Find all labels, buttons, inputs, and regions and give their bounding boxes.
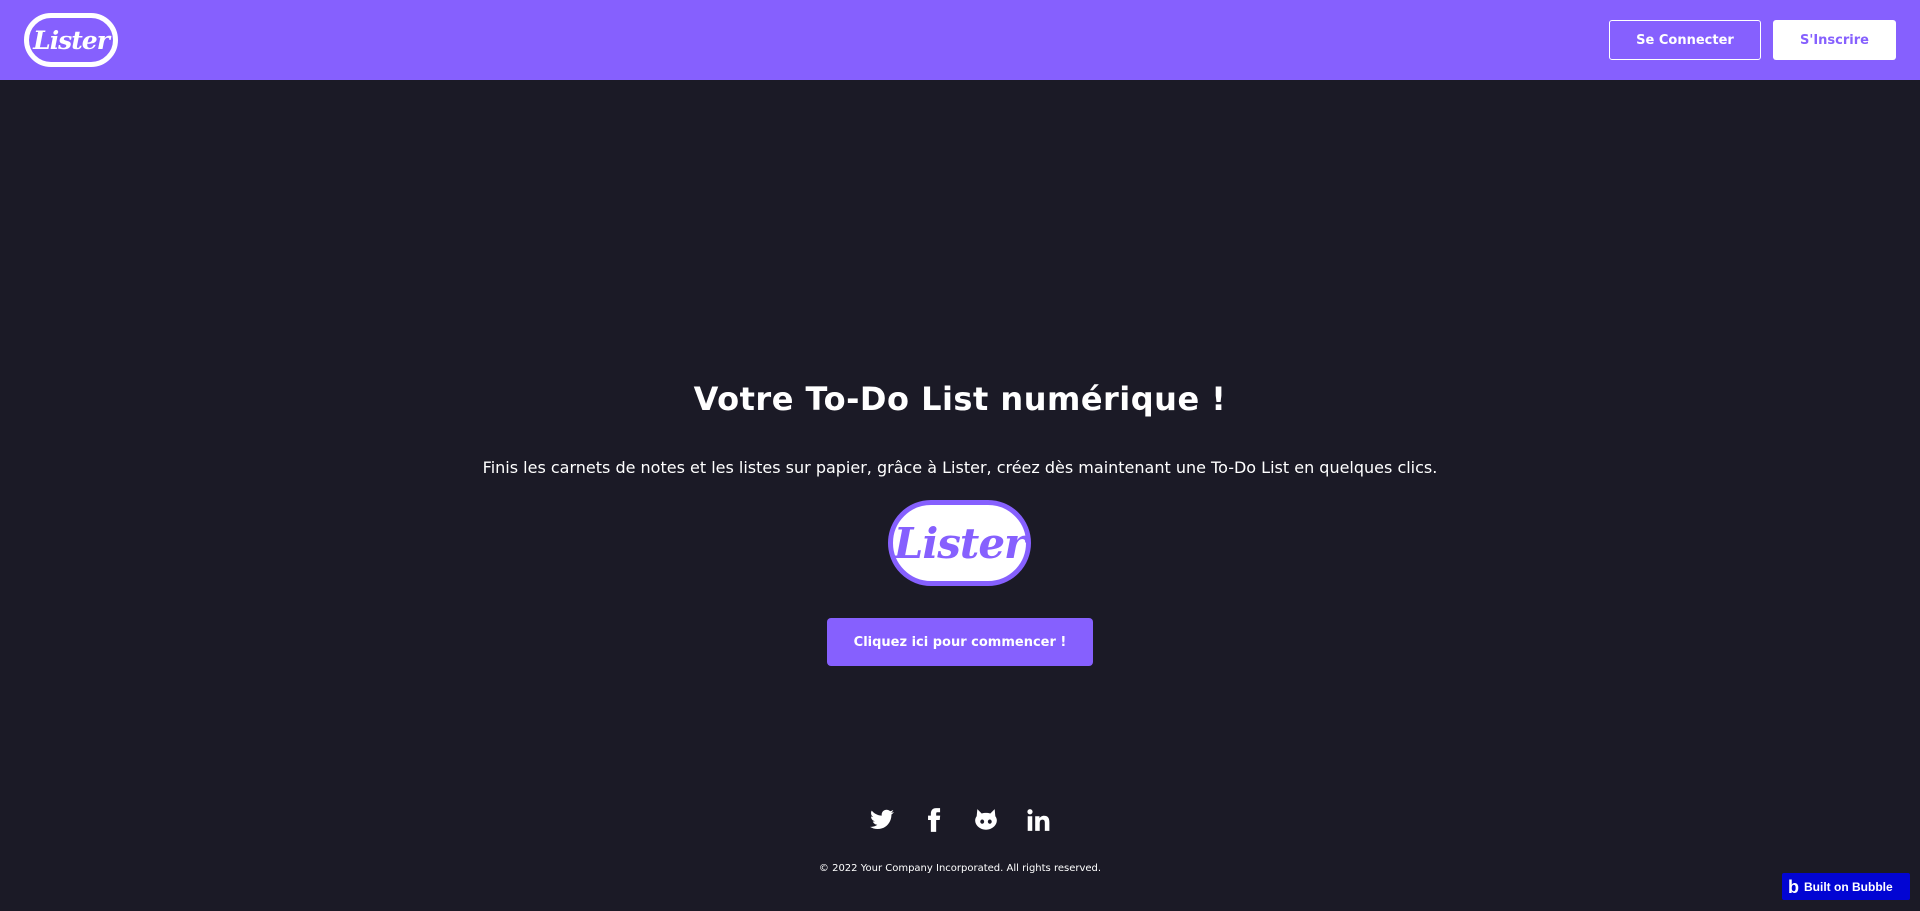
built-on-bubble-badge[interactable]: b Built on Bubble (1782, 873, 1910, 900)
top-navbar: Lister Se Connecter S'Inscrire (0, 0, 1920, 80)
facebook-icon[interactable] (920, 806, 948, 834)
header-logo[interactable]: Lister (24, 13, 118, 67)
get-started-button[interactable]: Cliquez ici pour commencer ! (827, 618, 1093, 666)
signup-button[interactable]: S'Inscrire (1773, 20, 1896, 60)
header-logo-text: Lister (33, 25, 110, 55)
login-button[interactable]: Se Connecter (1609, 20, 1761, 60)
hero-subtitle: Finis les carnets de notes et les listes… (482, 458, 1438, 477)
social-links (0, 806, 1920, 834)
linkedin-icon[interactable] (1024, 806, 1052, 834)
hero-logo-text: Lister (893, 518, 1026, 568)
twitter-icon[interactable] (868, 806, 896, 834)
bubble-logo-icon: b (1788, 876, 1799, 897)
hero-logo: Lister (888, 500, 1031, 586)
github-icon[interactable] (972, 806, 1000, 834)
hero-title: Votre To-Do List numérique ! (693, 380, 1227, 418)
copyright-text: © 2022 Your Company Incorporated. All ri… (818, 863, 1102, 874)
bubble-badge-label: Built on Bubble (1804, 879, 1893, 894)
